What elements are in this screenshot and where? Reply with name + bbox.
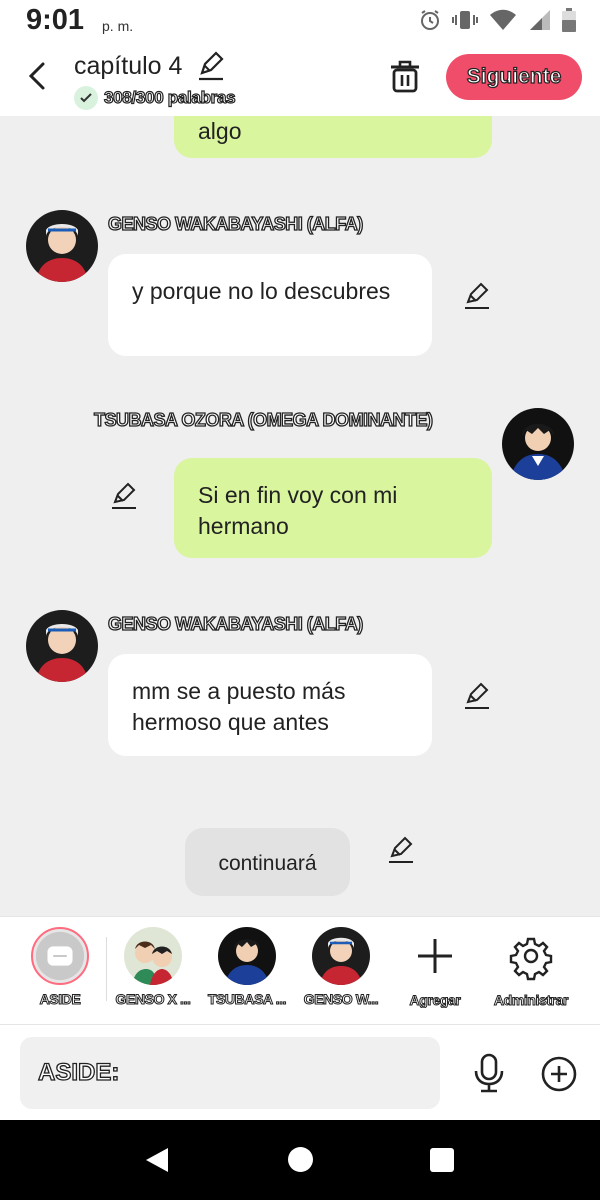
nav-back-icon[interactable] [144, 1146, 170, 1174]
tray-item-tsubasa[interactable]: TSUBASA ... [202, 927, 292, 1007]
tray-label: GENSO X ... [115, 991, 191, 1007]
character-name: GENSO WAKABAYASHI (ALFA) [107, 213, 364, 234]
trash-icon[interactable] [388, 58, 422, 94]
message-text: mm se a puesto más hermoso que antes [132, 678, 346, 735]
message-bubble[interactable]: y porque no lo descubres [108, 254, 432, 356]
status-ampm: p. m. [102, 18, 134, 34]
character-name: TSUBASA OZORA (OMEGA DOMINANTE) [93, 409, 433, 430]
status-bar: 9:01 p. m. [0, 0, 600, 42]
tray-divider [106, 937, 107, 1001]
status-icons [418, 8, 576, 32]
character-tray: ASIDE GENSO X ... TSUBASA ... GENSO W...… [0, 916, 600, 1024]
editor-header: capítulo 4 308/300 palabras Siguiente [0, 42, 600, 116]
tray-label: ASIDE [39, 991, 81, 1007]
gear-icon [509, 937, 553, 981]
alarm-icon [421, 10, 439, 30]
speaker-prefix: ASIDE: [37, 1058, 120, 1086]
nav-recents-icon[interactable] [430, 1148, 454, 1172]
battery-icon [562, 8, 576, 32]
message-text: y porque no lo descubres [132, 278, 391, 304]
edit-message-icon[interactable] [463, 682, 491, 710]
avatar-tsubasa [218, 927, 276, 985]
edit-title-icon[interactable] [196, 51, 226, 81]
avatar-genso [312, 927, 370, 985]
message-bubble[interactable]: mm se a puesto más hermoso que antes [108, 654, 432, 756]
tray-item-aside[interactable]: ASIDE [15, 927, 105, 1007]
chapter-chat: algo GENSO WAKABAYASHI (ALFA) y porque n… [0, 116, 600, 916]
next-button-label: Siguiente [466, 64, 562, 88]
message-input[interactable]: ASIDE: [20, 1037, 440, 1109]
avatar-tsubasa[interactable] [502, 408, 574, 480]
plus-icon [418, 939, 452, 973]
chapter-title: capítulo 4 [74, 52, 183, 80]
app-screen: 9:01 p. m. capítulo 4 308/300 palabras S… [0, 0, 600, 1200]
message-text: Si en fin voy con mi hermano [198, 482, 398, 539]
signal-icon [530, 10, 550, 30]
vibrate-icon [452, 11, 478, 29]
word-count: 308/300 palabras [74, 86, 236, 110]
composer: ASIDE: [0, 1024, 600, 1120]
message-text: algo [198, 118, 242, 144]
tray-label: Agregar [409, 992, 461, 1008]
add-character-button[interactable]: Agregar [390, 927, 480, 1008]
narration-bubble[interactable]: continuará [185, 828, 350, 896]
back-arrow-icon[interactable] [20, 58, 56, 94]
avatar-genso[interactable] [26, 610, 98, 682]
edit-message-icon[interactable] [387, 836, 415, 864]
check-icon [74, 86, 98, 110]
nav-home-icon[interactable] [288, 1147, 313, 1172]
word-count-label: 308/300 palabras [103, 87, 236, 107]
system-nav-bar [0, 1120, 600, 1200]
message-text: continuará [218, 852, 317, 875]
tray-label: TSUBASA ... [207, 991, 287, 1007]
aside-icon [31, 927, 89, 985]
edit-message-icon[interactable] [463, 282, 491, 310]
microphone-icon[interactable] [470, 1053, 508, 1093]
avatar-genso[interactable] [26, 210, 98, 282]
next-button[interactable]: Siguiente [446, 54, 582, 100]
edit-message-icon[interactable] [110, 482, 138, 510]
avatar-genso-x [124, 927, 182, 985]
tray-item-genso-w[interactable]: GENSO W... [296, 927, 386, 1007]
tray-label: Administrar [493, 992, 569, 1008]
add-circle-icon[interactable] [540, 1055, 578, 1093]
status-time: 9:01 [26, 4, 85, 36]
character-name: GENSO WAKABAYASHI (ALFA) [107, 613, 364, 634]
wifi-icon [490, 9, 516, 30]
message-bubble[interactable]: algo [174, 116, 492, 158]
message-bubble[interactable]: Si en fin voy con mi hermano [174, 458, 492, 558]
tray-item-genso-x[interactable]: GENSO X ... [108, 927, 198, 1007]
manage-characters-button[interactable]: Administrar [486, 927, 576, 1008]
tray-label: GENSO W... [303, 991, 379, 1007]
